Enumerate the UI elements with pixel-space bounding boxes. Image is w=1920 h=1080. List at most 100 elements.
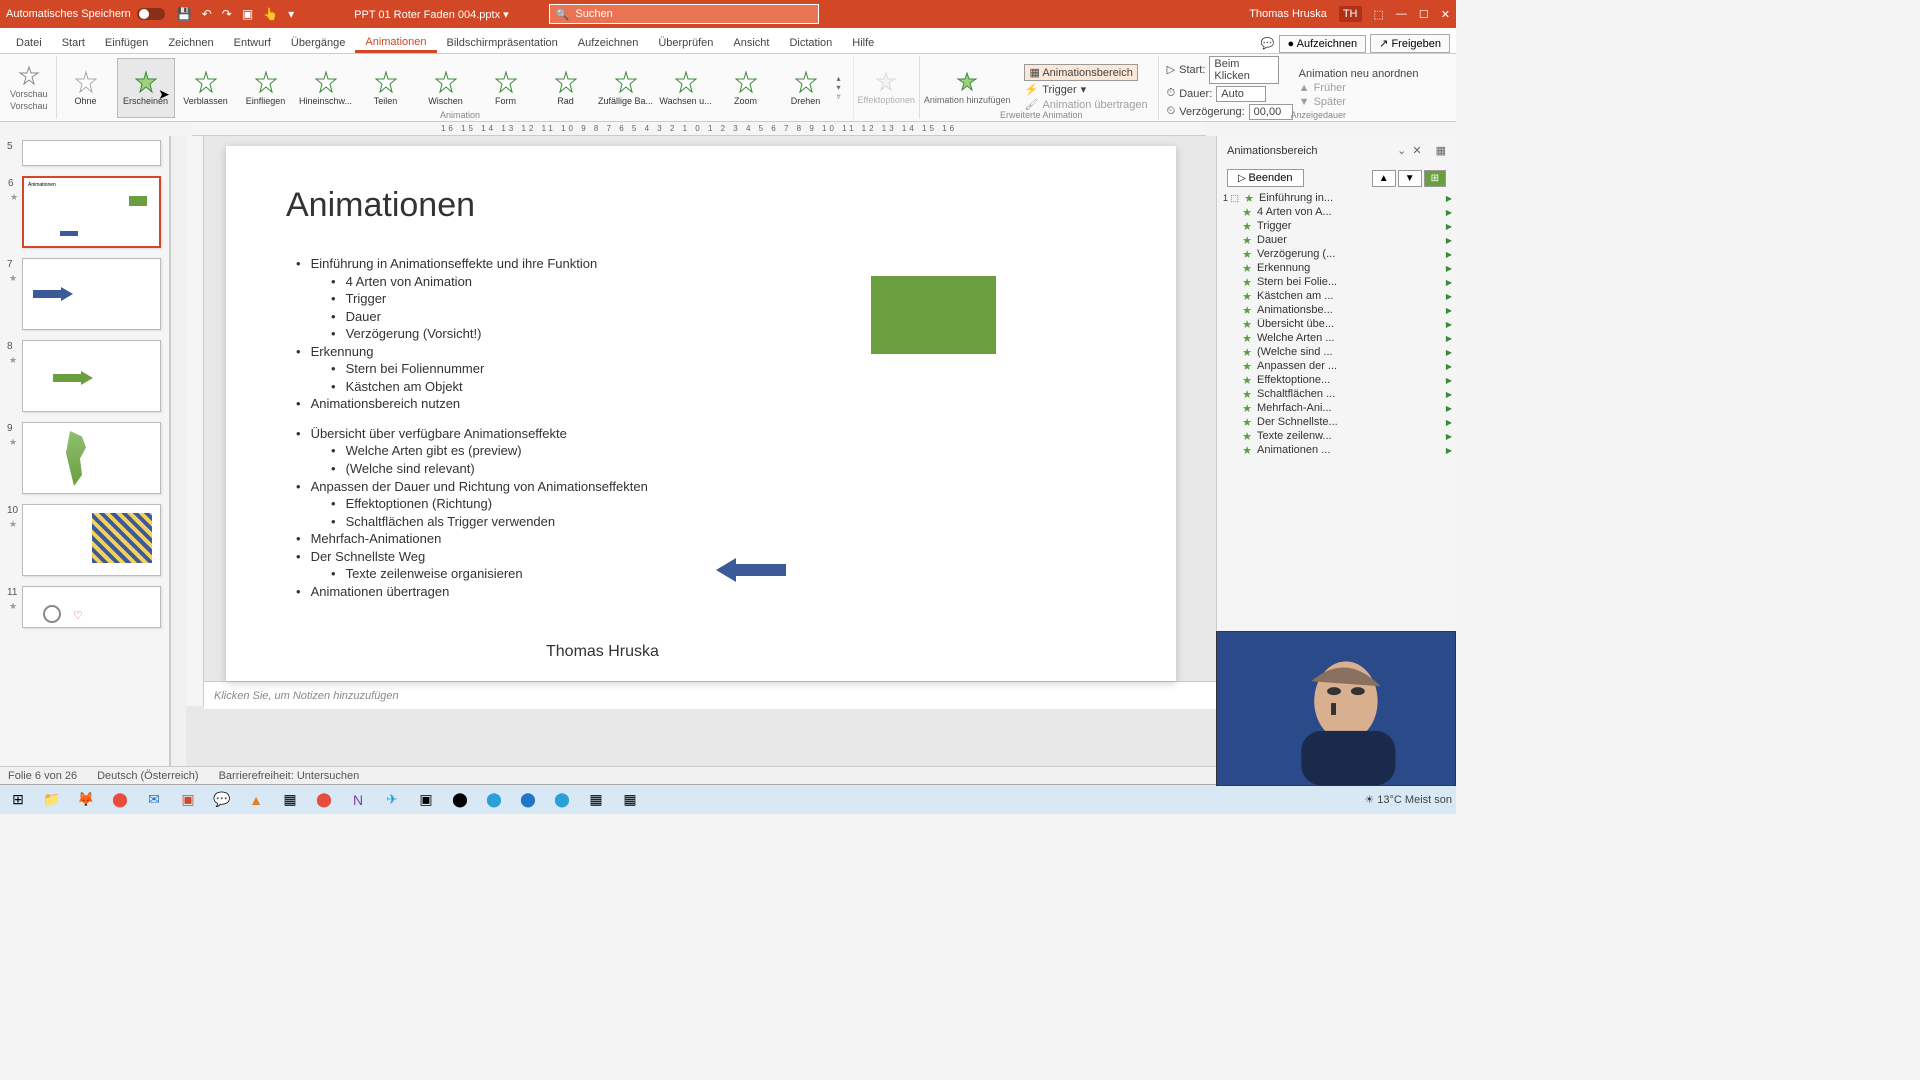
anim-hineinschw[interactable]: Hineinschw... [297,58,355,118]
anim-entry[interactable]: ★Mehrfach-Ani...▶ [1217,401,1456,415]
tab-aufzeichnen[interactable]: Aufzeichnen [568,33,649,53]
freigeben-button[interactable]: ↗ Freigeben [1370,34,1450,53]
undo-icon[interactable]: ↶ [202,7,212,21]
powerpoint-icon[interactable]: ▣ [174,788,202,812]
user-name[interactable]: Thomas Hruska [1249,8,1327,20]
outlook-icon[interactable]: ✉ [140,788,168,812]
anim-zoom[interactable]: Zoom [717,58,775,118]
present-icon[interactable]: ▣ [242,7,253,21]
comments-icon[interactable]: 💬 [1261,37,1275,50]
anim-entry[interactable]: ★Schaltflächen ...▶ [1217,387,1456,401]
edge-icon[interactable]: ⬤ [548,788,576,812]
tab-start[interactable]: Start [52,33,95,53]
thumb-5[interactable]: 5 [22,140,161,166]
autosave-toggle[interactable]: Automatisches Speichern [6,8,165,20]
anim-entry[interactable]: ★Welche Arten ...▶ [1217,331,1456,345]
anim-entry[interactable]: ★Der Schnellste...▶ [1217,415,1456,429]
vlc-icon[interactable]: ▲ [242,788,270,812]
animpane-close-icon[interactable]: ✕ [1412,144,1421,157]
app2-icon[interactable]: ▦ [276,788,304,812]
close-icon[interactable]: ✕ [1441,8,1450,21]
touch-icon[interactable]: 👆 [263,7,278,21]
thumb-11[interactable]: 11★ ♡ [22,586,161,628]
dauer-input[interactable]: Auto [1216,86,1266,102]
anim-add-button[interactable]: Animation hinzufügen [924,95,1011,105]
anim-entry[interactable]: ★Stern bei Folie...▶ [1217,275,1456,289]
anim-entry[interactable]: ★Dauer▶ [1217,233,1456,247]
gallery-more-icon[interactable]: ▴▾▿ [837,74,849,101]
slide-thumbnails[interactable]: 5 6★ Animationen 7★ 8★ 9★ 10★ 11★ ♡ [0,136,170,766]
aufzeichnen-button[interactable]: ● Aufzeichnen [1279,35,1367,53]
anim-entry[interactable]: ★Anpassen der ...▶ [1217,359,1456,373]
tab-entwurf[interactable]: Entwurf [224,33,281,53]
obs-icon[interactable]: ⬤ [446,788,474,812]
language[interactable]: Deutsch (Österreich) [97,770,198,782]
anim-entry[interactable]: ★Verzögerung (...▶ [1217,247,1456,261]
app5-icon[interactable]: ⬤ [480,788,508,812]
redo-icon[interactable]: ↷ [222,7,232,21]
thumb-10[interactable]: 10★ [22,504,161,576]
tab-einfugen[interactable]: Einfügen [95,33,158,53]
anim-entry[interactable]: ★Trigger▶ [1217,219,1456,233]
anim-form[interactable]: Form [477,58,535,118]
tab-hilfe[interactable]: Hilfe [842,33,884,53]
qat-more-icon[interactable]: ▾ [288,7,294,21]
app6-icon[interactable]: ⬤ [514,788,542,812]
chrome-icon[interactable]: ⬤ [106,788,134,812]
app7-icon[interactable]: ▦ [582,788,610,812]
slide-canvas[interactable]: Animationen Einführung in Animationseffe… [226,146,1176,681]
anim-entry[interactable]: ★Übersicht übe...▶ [1217,317,1456,331]
expand-button[interactable]: ⊞ [1424,170,1446,187]
anim-rad[interactable]: Rad [537,58,595,118]
tab-datei[interactable]: Datei [6,33,52,53]
animpane-pin-icon[interactable]: ▦ [1436,144,1446,157]
blue-arrow-shape[interactable] [716,558,786,582]
animpane-dropdown-icon[interactable]: ⌄ [1397,144,1406,157]
app-icon[interactable]: 💬 [208,788,236,812]
anim-entry[interactable]: 1 ⬚★Einführung in...▶ [1217,191,1456,205]
anim-entry[interactable]: ★Animationsbe...▶ [1217,303,1456,317]
beenden-button[interactable]: ▷ Beenden [1227,169,1304,187]
anim-entry[interactable]: ★Effektoptione...▶ [1217,373,1456,387]
app8-icon[interactable]: ▦ [616,788,644,812]
green-rectangle-shape[interactable] [871,276,996,354]
onenote-icon[interactable]: N [344,788,372,812]
comingsoon-icon[interactable]: ⬚ [1374,8,1384,21]
tab-uberprufen[interactable]: Überprüfen [648,33,723,53]
anim-entry[interactable]: ★Animationen ...▶ [1217,443,1456,457]
anim-zufallig[interactable]: Zufällige Ba... [597,58,655,118]
preview-star-icon[interactable] [18,65,40,87]
verzogerung-input[interactable]: 00,00 [1249,104,1293,120]
firefox-icon[interactable]: 🦊 [72,788,100,812]
anim-entry[interactable]: ★Kästchen am ...▶ [1217,289,1456,303]
app4-icon[interactable]: ▣ [412,788,440,812]
anim-wischen[interactable]: Wischen [417,58,475,118]
anim-einfliegen[interactable]: Einfliegen [237,58,295,118]
anim-entry[interactable]: ★(Welche sind ...▶ [1217,345,1456,359]
accessibility[interactable]: Barrierefreiheit: Untersuchen [219,770,360,782]
anim-drehen[interactable]: Drehen [777,58,835,118]
anim-wachsen[interactable]: Wachsen u... [657,58,715,118]
anim-verblassen[interactable]: Verblassen [177,58,235,118]
windows-start-icon[interactable]: ⊞ [4,788,32,812]
tab-dictation[interactable]: Dictation [779,33,842,53]
tab-bildschirm[interactable]: Bildschirmpräsentation [437,33,568,53]
thumb-7[interactable]: 7★ [22,258,161,330]
animbereich-button[interactable]: ▦ Animationsbereich [1024,64,1137,81]
move-up-button[interactable]: ▲ [1372,170,1396,187]
anim-add-icon[interactable] [956,71,978,93]
start-select[interactable]: Beim Klicken [1209,56,1279,84]
animation-gallery[interactable]: Ohne Erscheinen Verblassen Einfliegen Hi… [57,58,849,118]
app3-icon[interactable]: ⬤ [310,788,338,812]
thumb-8[interactable]: 8★ [22,340,161,412]
anim-entry[interactable]: ★Texte zeilenw...▶ [1217,429,1456,443]
telegram-icon[interactable]: ✈ [378,788,406,812]
thumb-6[interactable]: 6★ Animationen [22,176,161,248]
min-icon[interactable]: — [1396,8,1407,20]
move-down-button[interactable]: ▼ [1398,170,1422,187]
tab-zeichnen[interactable]: Zeichnen [158,33,223,53]
anim-teilen[interactable]: Teilen [357,58,415,118]
anim-entry[interactable]: ★Erkennung▶ [1217,261,1456,275]
save-icon[interactable]: 💾 [177,7,192,21]
thumb-scrollbar[interactable] [170,136,186,766]
